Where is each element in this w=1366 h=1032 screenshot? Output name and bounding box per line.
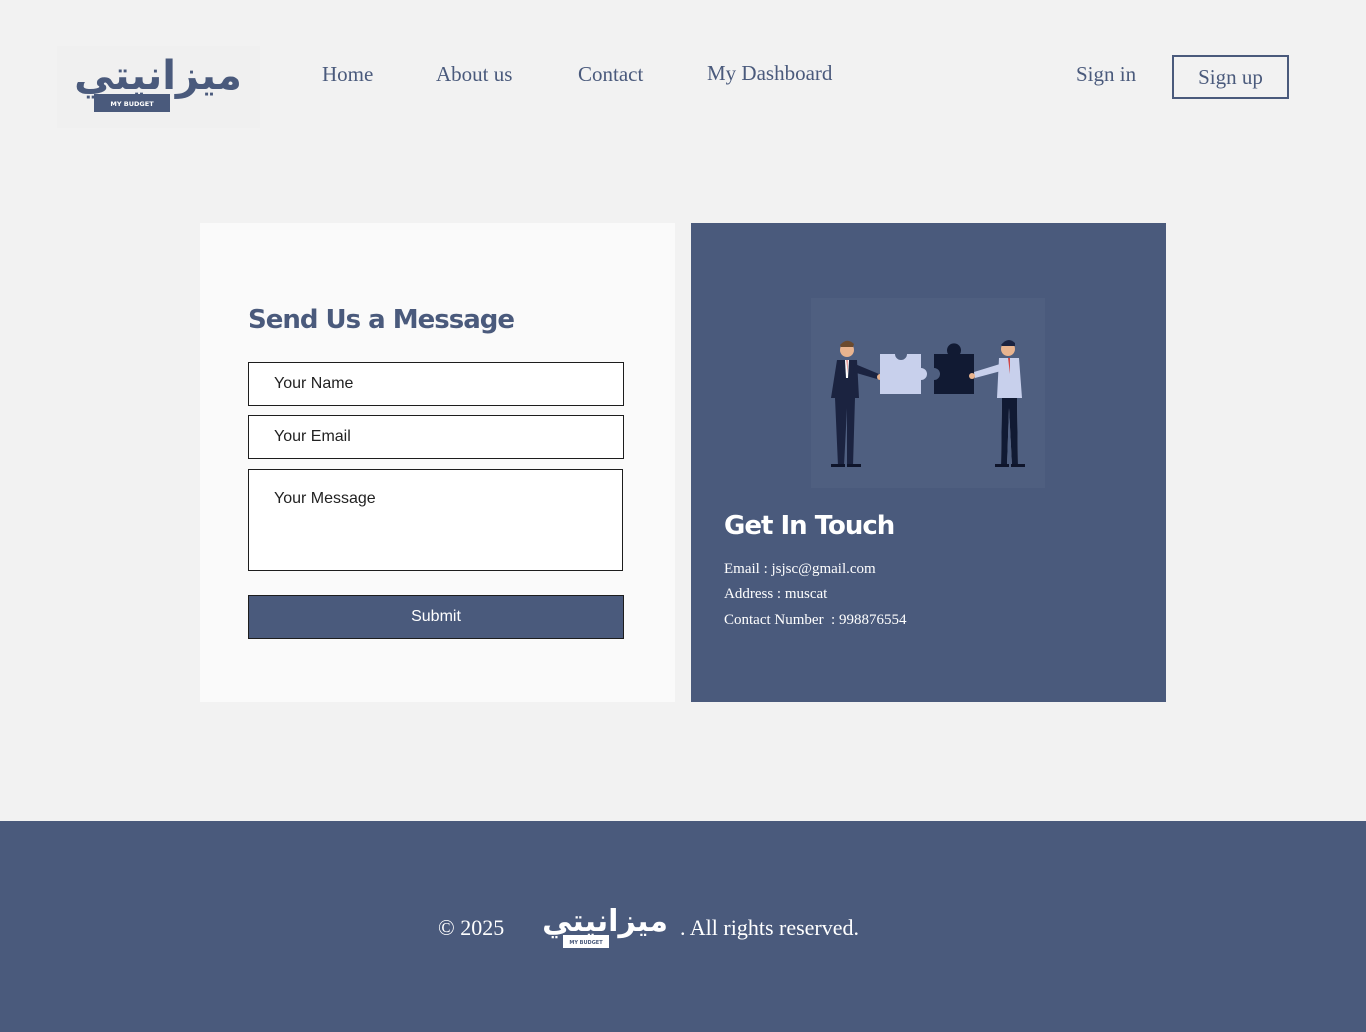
site-header: ميزانيتي MY BUDGET Home About us Contact… [0,0,1366,150]
nav-my-dashboard[interactable]: My Dashboard [707,61,832,86]
nav-about-us[interactable]: About us [436,62,512,87]
email-input[interactable] [248,415,624,459]
contact-form-card: Send Us a Message Submit [200,223,675,702]
get-in-touch-title: Get In Touch [724,511,895,541]
get-in-touch-card: Get In Touch Email : jsjsc@gmail.com Add… [691,223,1166,702]
footer-rights: . All rights reserved. [680,915,860,940]
footer-copyright: © 2025 [438,915,505,940]
submit-button[interactable]: Submit [248,595,624,639]
puzzle-illustration [811,298,1045,488]
footer-logo-subtitle: MY BUDGET [569,940,603,946]
contact-phone: Contact Number : 998876554 [724,612,907,628]
nav-home[interactable]: Home [322,62,373,87]
form-title: Send Us a Message [248,305,515,335]
footer-logo-icon: ميزانيتي MY BUDGET [542,904,668,948]
contact-email: Email : jsjsc@gmail.com [724,561,876,577]
footer-logo-arabic-text: ميزانيتي [542,904,668,939]
logo-subtitle: MY BUDGET [110,100,154,108]
logo-image: ميزانيتي MY BUDGET [74,53,242,112]
site-footer: © 2025 ميزانيتي MY BUDGET . All rights r… [0,821,1366,1032]
sign-up-button[interactable]: Sign up [1172,55,1289,99]
sign-in-link[interactable]: Sign in [1076,62,1136,87]
logo-arabic-text: ميزانيتي [74,53,242,99]
name-input[interactable] [248,362,624,406]
nav-contact[interactable]: Contact [578,62,643,87]
brand-logo[interactable]: ميزانيتي MY BUDGET [57,46,260,128]
businessmen-puzzle-icon [831,339,1025,467]
contact-address: Address : muscat [724,586,828,602]
message-textarea[interactable] [248,469,623,571]
